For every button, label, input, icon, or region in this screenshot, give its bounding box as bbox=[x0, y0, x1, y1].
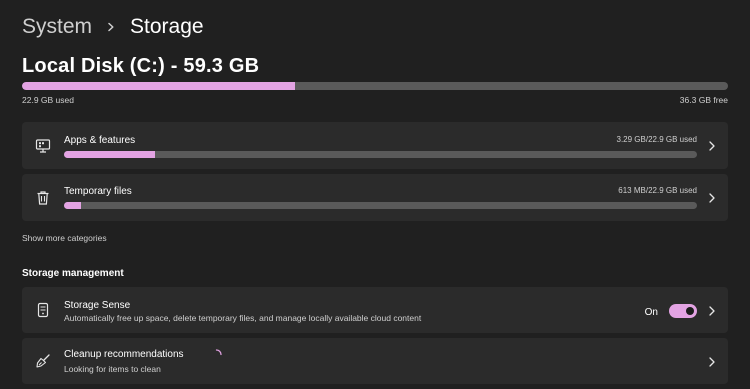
chevron-right-icon bbox=[706, 356, 718, 368]
storage-sense-title: Storage Sense bbox=[64, 300, 131, 311]
category-usage-fill bbox=[64, 151, 156, 158]
storage-sense-toggle[interactable] bbox=[669, 304, 697, 318]
chevron-right-icon bbox=[706, 305, 718, 317]
cleanup-title: Cleanup recommendations bbox=[64, 349, 184, 360]
category-title: Temporary files bbox=[64, 186, 132, 197]
disk-usage-fill bbox=[22, 82, 295, 90]
category-usage-bar bbox=[64, 202, 697, 209]
loading-spinner-icon bbox=[211, 347, 222, 358]
apps-features-icon bbox=[34, 137, 52, 155]
category-temporary-files[interactable]: Temporary files 613 MB/22.9 GB used bbox=[22, 174, 728, 221]
category-title: Apps & features bbox=[64, 135, 136, 146]
toggle-state-label: On bbox=[644, 307, 658, 318]
cleanup-recommendations-card[interactable]: Cleanup recommendations Looking for item… bbox=[22, 338, 728, 384]
category-usage-fill bbox=[64, 202, 82, 209]
storage-drive-icon bbox=[34, 301, 52, 319]
category-size: 613 MB/22.9 GB used bbox=[618, 186, 697, 195]
breadcrumb: System Storage bbox=[22, 13, 204, 41]
toggle-knob bbox=[686, 307, 694, 315]
breadcrumb-system-link[interactable]: System bbox=[22, 13, 92, 41]
disk-used-label: 22.9 GB used bbox=[22, 95, 74, 105]
broom-icon bbox=[34, 352, 52, 370]
category-apps-features[interactable]: Apps & features 3.29 GB/22.9 GB used bbox=[22, 122, 728, 169]
chevron-right-icon bbox=[706, 140, 718, 152]
disk-usage-bar bbox=[22, 82, 728, 90]
storage-sense-description: Automatically free up space, delete temp… bbox=[64, 313, 422, 323]
chevron-right-icon bbox=[106, 22, 116, 32]
chevron-right-icon bbox=[706, 192, 718, 204]
cleanup-description: Looking for items to clean bbox=[64, 364, 161, 374]
page-title: Storage bbox=[130, 15, 204, 38]
show-more-categories-link[interactable]: Show more categories bbox=[22, 233, 107, 243]
disk-free-label: 36.3 GB free bbox=[679, 95, 728, 105]
category-size: 3.29 GB/22.9 GB used bbox=[616, 135, 698, 144]
storage-sense-card[interactable]: Storage Sense Automatically free up spac… bbox=[22, 287, 728, 333]
storage-management-heading: Storage management bbox=[22, 268, 124, 279]
disk-title: Local Disk (C:) - 59.3 GB bbox=[22, 55, 260, 77]
trash-icon bbox=[34, 189, 52, 207]
category-usage-bar bbox=[64, 151, 697, 158]
